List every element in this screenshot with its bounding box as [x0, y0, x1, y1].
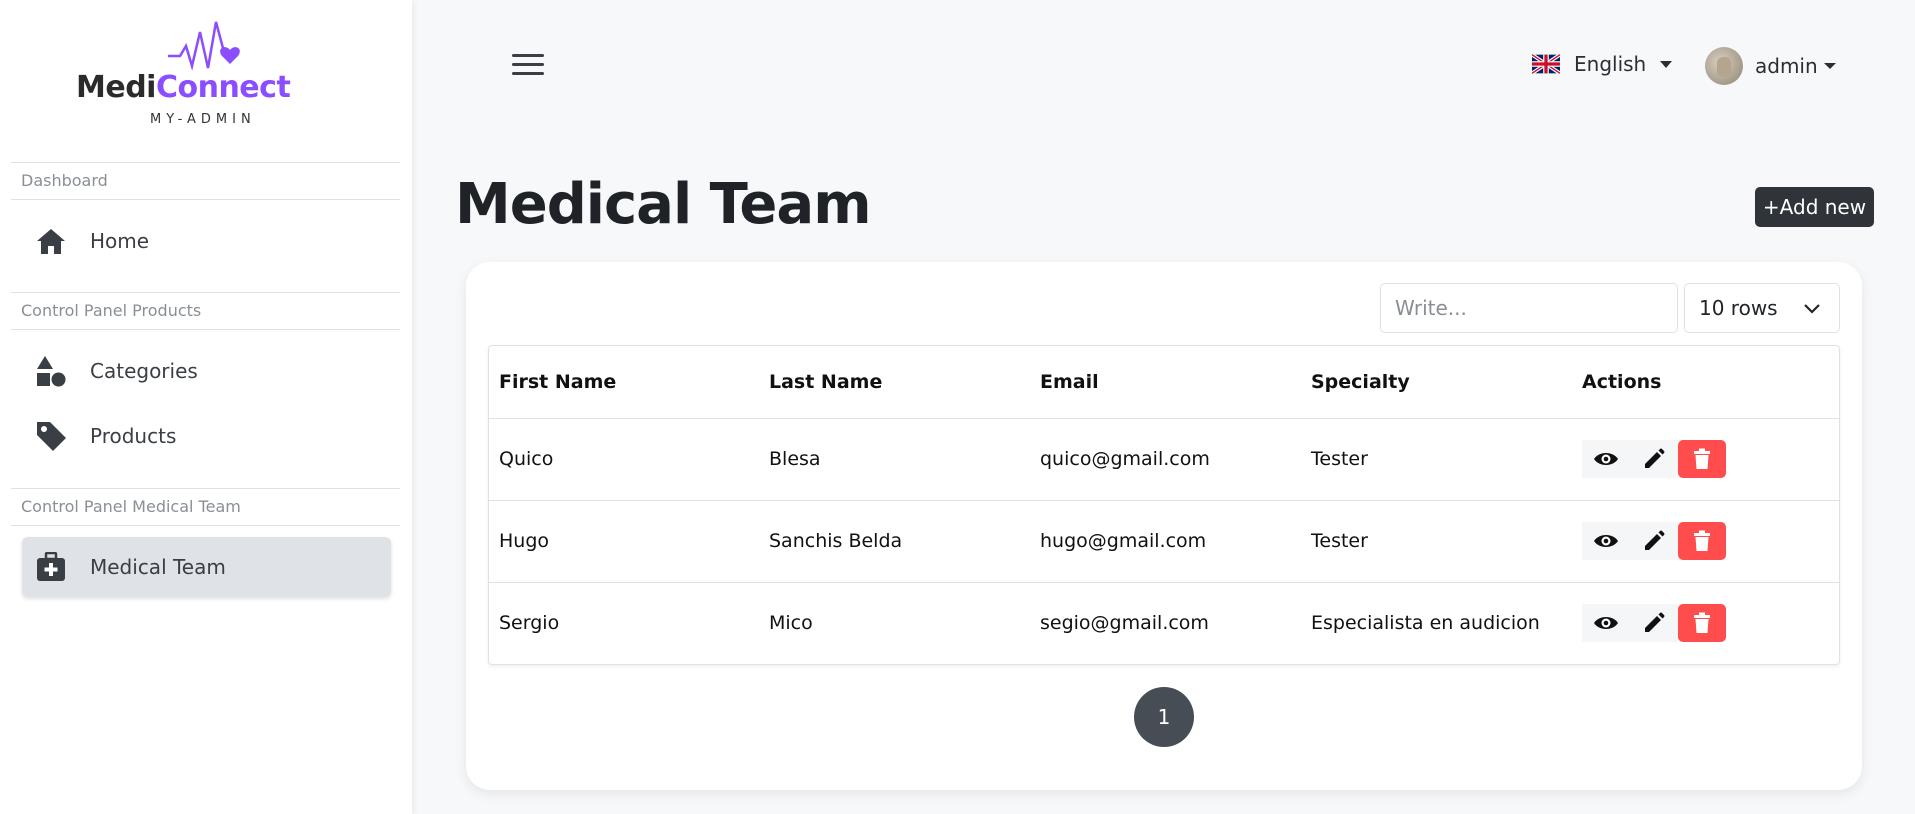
- cell-first-name: Hugo: [489, 500, 759, 583]
- column-header[interactable]: Email: [1030, 346, 1301, 419]
- trash-icon: [1694, 448, 1710, 469]
- sidebar-item-products[interactable]: Products: [22, 406, 391, 466]
- chevron-down-icon: [1804, 304, 1820, 314]
- language-label: English: [1574, 52, 1647, 76]
- cell-last-name: Mico: [769, 612, 813, 635]
- cell-specialty: Tester: [1301, 500, 1572, 583]
- table-card: 10 rows First Name Last Name Email Speci…: [466, 262, 1862, 790]
- caret-down-icon: [1660, 60, 1673, 68]
- view-button[interactable]: [1582, 440, 1630, 478]
- cell-email: quico@gmail.com: [1030, 418, 1301, 501]
- pagination-page-1[interactable]: 1: [1134, 687, 1194, 747]
- sidebar: MediConnect MY-ADMIN Dashboard Home Cont…: [0, 0, 412, 814]
- sidebar-item-label: Products: [90, 424, 177, 448]
- rows-select-value: 10 rows: [1699, 296, 1778, 320]
- medical-kit-icon: [34, 550, 68, 584]
- delete-button[interactable]: [1678, 522, 1726, 560]
- sidebar-item-label: Home: [90, 229, 150, 253]
- home-icon: [34, 224, 68, 258]
- column-header: Actions: [1572, 346, 1839, 419]
- data-table: First Name Last Name Email Specialty Act…: [488, 345, 1840, 665]
- sidebar-item-categories[interactable]: Categories: [22, 341, 391, 401]
- cell-last-name: Blesa: [759, 418, 1030, 501]
- search-input[interactable]: [1380, 283, 1678, 333]
- shapes-icon: [34, 354, 68, 388]
- eye-icon: [1594, 617, 1618, 630]
- cell-actions: [1572, 418, 1839, 501]
- sidebar-item-label: Categories: [90, 359, 198, 383]
- sidebar-item-home[interactable]: Home: [22, 211, 391, 271]
- view-button[interactable]: [1582, 522, 1630, 560]
- edit-button[interactable]: [1630, 522, 1678, 560]
- cell-specialty: Tester: [1301, 418, 1572, 501]
- cell-email: segio@gmail.com: [1040, 612, 1209, 635]
- rows-per-page-select[interactable]: 10 rows: [1684, 283, 1840, 333]
- cell-first-name: Quico: [489, 418, 759, 501]
- eye-icon: [1594, 453, 1618, 465]
- delete-button[interactable]: [1678, 440, 1726, 478]
- edit-button[interactable]: [1630, 440, 1678, 478]
- cell-actions: [1572, 582, 1839, 664]
- language-selector[interactable]: English: [1532, 52, 1673, 76]
- heartbeat-heart-icon: [168, 21, 240, 71]
- column-header[interactable]: Last Name: [759, 346, 1030, 419]
- table-header-row: First Name Last Name Email Specialty Act…: [489, 346, 1839, 419]
- cell-actions: [1572, 500, 1839, 583]
- cell-email: hugo@gmail.com: [1030, 500, 1301, 583]
- cell-specialty: Especialista en audicion: [1311, 612, 1540, 635]
- table-row: Sergio Mico segio@gmail.com Especialista…: [489, 582, 1839, 664]
- column-header[interactable]: First Name: [489, 346, 759, 419]
- cell-first-name: Sergio: [499, 612, 560, 635]
- column-header[interactable]: Specialty: [1301, 346, 1572, 419]
- pencil-icon: [1645, 612, 1665, 633]
- section-label-dashboard: Dashboard: [11, 162, 400, 200]
- hamburger-icon[interactable]: [512, 54, 544, 78]
- avatar: [1705, 47, 1743, 85]
- pencil-icon: [1645, 530, 1665, 550]
- delete-button[interactable]: [1678, 604, 1726, 643]
- brand-subtitle: MY-ADMIN: [150, 112, 256, 127]
- page-title: Medical Team: [455, 172, 872, 237]
- pencil-icon: [1645, 448, 1665, 468]
- user-name: admin: [1755, 54, 1818, 78]
- eye-icon: [1594, 535, 1618, 547]
- brand-logo[interactable]: MediConnect MY-ADMIN: [72, 20, 342, 132]
- section-label-products: Control Panel Products: [11, 292, 400, 330]
- table-row: Quico Blesa quico@gmail.com Tester: [489, 418, 1839, 501]
- table-row: Hugo Sanchis Belda hugo@gmail.com Tester: [489, 500, 1839, 583]
- sidebar-item-medical-team[interactable]: Medical Team: [22, 537, 391, 597]
- trash-icon: [1694, 530, 1710, 551]
- trash-icon: [1694, 612, 1710, 634]
- brand-name: MediConnect: [76, 70, 291, 105]
- user-menu[interactable]: admin: [1705, 47, 1836, 85]
- section-label-medical-team: Control Panel Medical Team: [11, 488, 400, 526]
- edit-button[interactable]: [1630, 604, 1678, 643]
- caret-down-icon: [1823, 63, 1836, 69]
- uk-flag-icon: [1532, 54, 1560, 74]
- cell-last-name: Sanchis Belda: [759, 500, 1030, 583]
- tag-icon: [34, 419, 68, 453]
- view-button[interactable]: [1582, 604, 1630, 643]
- sidebar-item-label: Medical Team: [90, 555, 226, 579]
- add-new-button[interactable]: +Add new: [1755, 187, 1874, 227]
